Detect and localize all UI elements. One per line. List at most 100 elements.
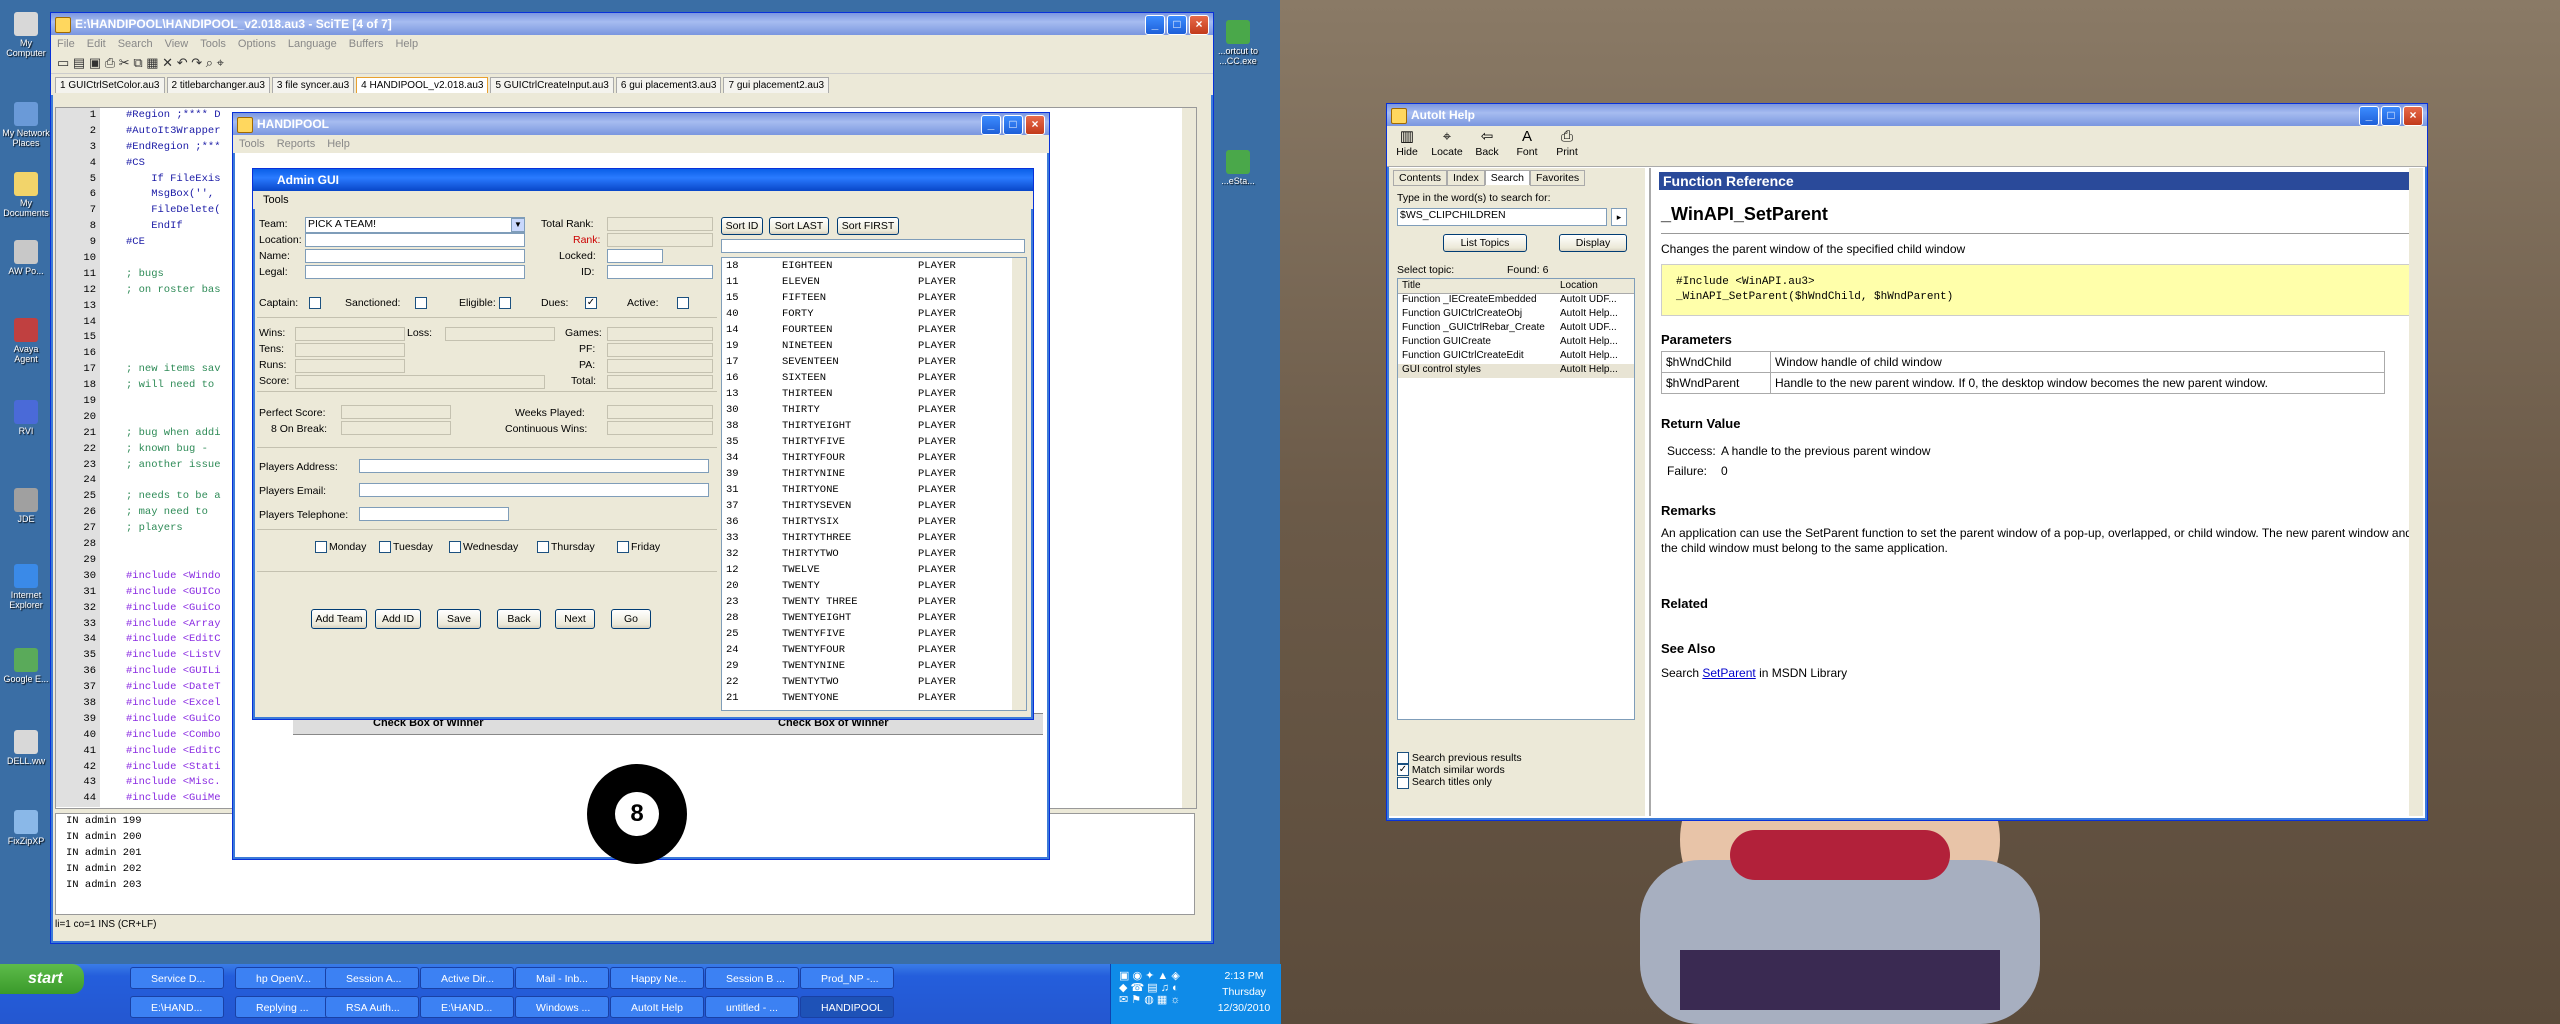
col-title-header[interactable]: Title: [1402, 280, 1421, 291]
taskbar-button[interactable]: RSA Auth...: [325, 996, 419, 1018]
list-item[interactable]: 14 FOURTEEN PLAYER: [726, 322, 956, 338]
dues-checkbox[interactable]: ✓: [585, 297, 597, 309]
minimize-button[interactable]: _: [981, 115, 1001, 135]
menu-file[interactable]: File: [51, 38, 81, 50]
menu-options[interactable]: Options: [232, 38, 282, 50]
previous-results-checkbox[interactable]: [1397, 752, 1409, 765]
list-item[interactable]: Function GUICtrlCreateObj AutoIt Help...: [1398, 308, 1634, 322]
loss-field[interactable]: [445, 327, 555, 341]
desktop-icon[interactable]: FixZipXP: [2, 810, 50, 846]
list-item[interactable]: 33 THIRTYTHREE PLAYER: [726, 530, 956, 546]
list-item[interactable]: 13 THIRTEEN PLAYER: [726, 386, 956, 402]
taskbar-button[interactable]: Replying ...: [235, 996, 329, 1018]
tab-favorites[interactable]: Favorites: [1530, 170, 1586, 186]
desktop-icon[interactable]: DELL.ww: [2, 730, 50, 766]
pf-field[interactable]: [607, 343, 713, 357]
print-button[interactable]: ⎙ Print: [1547, 128, 1587, 158]
players-telephone-field[interactable]: [359, 507, 509, 521]
maximize-button[interactable]: □: [1003, 115, 1023, 135]
list-topics-button[interactable]: List Topics: [1443, 234, 1527, 252]
list-item[interactable]: Function _IECreateEmbedded AutoIt UDF...: [1398, 294, 1634, 308]
tab-contents[interactable]: Contents: [1393, 170, 1448, 186]
clock[interactable]: 2:13 PM Thursday 12/30/2010: [1211, 968, 1277, 1016]
sanctioned-checkbox[interactable]: [415, 297, 427, 309]
back-button[interactable]: Back: [497, 609, 541, 629]
undo-icon[interactable]: ↶: [177, 55, 188, 70]
menu-tools[interactable]: Tools: [194, 38, 232, 50]
pa-field[interactable]: [607, 359, 713, 373]
list-item[interactable]: 15 FIFTEEN PLAYER: [726, 290, 956, 306]
menu-search[interactable]: Search: [112, 38, 159, 50]
new-icon[interactable]: ▭: [57, 55, 69, 70]
taskbar-button[interactable]: hp OpenV...: [235, 967, 329, 989]
score-field[interactable]: [295, 375, 545, 389]
menu-edit[interactable]: Edit: [81, 38, 112, 50]
admin-titlebar[interactable]: Admin GUI: [253, 169, 1033, 191]
setparent-msdn-link[interactable]: SetParent: [1702, 666, 1755, 680]
menu-tools[interactable]: Tools: [233, 138, 271, 150]
taskbar-button[interactable]: Session A...: [325, 967, 419, 989]
list-item[interactable]: 36 THIRTYSIX PLAYER: [726, 514, 956, 530]
list-item[interactable]: 11 ELEVEN PLAYER: [726, 274, 956, 290]
list-item[interactable]: 21 TWENTYONE PLAYER: [726, 690, 956, 706]
open-icon[interactable]: ▤: [73, 55, 85, 70]
tab-search[interactable]: Search: [1484, 170, 1530, 185]
desktop-icon[interactable]: RVI: [2, 400, 50, 436]
list-item[interactable]: Function GUICtrlCreateEdit AutoIt Help...: [1398, 350, 1634, 364]
location-field[interactable]: [305, 233, 525, 247]
scite-titlebar[interactable]: E:\HANDIPOOL\HANDIPOOL_v2.018.au3 - SciT…: [51, 13, 1213, 35]
list-item[interactable]: 35 THIRTYFIVE PLAYER: [726, 434, 956, 450]
list-item[interactable]: 39 THIRTYNINE PLAYER: [726, 466, 956, 482]
close-button[interactable]: ×: [1189, 15, 1209, 35]
desktop-icon[interactable]: Google E...: [2, 648, 50, 684]
eligible-checkbox[interactable]: [499, 297, 511, 309]
sort-id-button[interactable]: Sort ID: [721, 217, 763, 235]
scite-tab[interactable]: 4 HANDIPOOL_v2.018.au3: [356, 77, 489, 93]
print-icon[interactable]: ⎙: [105, 55, 115, 70]
wins-field[interactable]: [295, 327, 405, 341]
list-item[interactable]: 40 FORTY PLAYER: [726, 306, 956, 322]
list-item[interactable]: 17 SEVENTEEN PLAYER: [726, 354, 956, 370]
tab-index[interactable]: Index: [1447, 170, 1485, 186]
desktop-icon[interactable]: JDE: [2, 488, 50, 524]
start-button[interactable]: start: [0, 964, 84, 994]
maximize-button[interactable]: □: [1167, 15, 1187, 35]
autoit-help-window[interactable]: AutoIt Help _ □ × ▥ Hide ⌖ Locate ⇦ Back A Font…: [1386, 103, 2428, 821]
menu-buffers[interactable]: Buffers: [343, 38, 390, 50]
locked-field[interactable]: [607, 249, 663, 263]
taskbar-button[interactable]: Windows ...: [515, 996, 609, 1018]
list-item[interactable]: GUI control styles AutoIt Help...: [1398, 364, 1634, 378]
taskbar-button[interactable]: Service D...: [130, 967, 224, 989]
id-field[interactable]: [607, 265, 713, 279]
list-item[interactable]: 23 TWENTY THREE PLAYER: [726, 594, 956, 610]
menu-language[interactable]: Language: [282, 38, 343, 50]
go-button[interactable]: Go: [611, 609, 651, 629]
list-item[interactable]: Function GUICreate AutoIt Help...: [1398, 336, 1634, 350]
scite-tab[interactable]: 3 file syncer.au3: [271, 77, 355, 93]
menu-help[interactable]: Help: [321, 138, 356, 150]
help-content-scrollbar[interactable]: [2409, 168, 2423, 816]
captain-checkbox[interactable]: [309, 297, 321, 309]
minimize-button[interactable]: _: [1145, 15, 1165, 35]
taskbar-button[interactable]: Mail - Inb...: [515, 967, 609, 989]
list-item[interactable]: 30 THIRTY PLAYER: [726, 402, 956, 418]
desktop-icon[interactable]: My Computer: [2, 12, 50, 58]
cut-icon[interactable]: ✂: [119, 55, 130, 70]
roster-list[interactable]: 18 EIGHTEEN PLAYER 11 ELEVEN PLAYER 15 FIFTEEN P…: [721, 257, 1027, 711]
delete-icon[interactable]: ✕: [162, 55, 173, 70]
editor-scrollbar[interactable]: [1182, 108, 1196, 808]
runs-field[interactable]: [295, 359, 405, 373]
desktop-icon[interactable]: Internet Explorer: [2, 564, 50, 610]
eight-on-break-field[interactable]: [341, 421, 451, 435]
list-item[interactable]: 34 THIRTYFOUR PLAYER: [726, 450, 956, 466]
desktop-icon[interactable]: ...ortcut to ...CC.exe: [1214, 20, 1262, 66]
scite-tab[interactable]: 2 titlebarchanger.au3: [166, 77, 270, 93]
menu-tools[interactable]: Tools: [257, 194, 295, 206]
locate-button[interactable]: ⌖ Locate: [1427, 128, 1467, 158]
tens-field[interactable]: [295, 343, 405, 357]
font-button[interactable]: A Font: [1507, 128, 1547, 158]
chevron-down-icon[interactable]: ▼: [511, 218, 525, 232]
weeks-played-field[interactable]: [607, 405, 713, 419]
list-item[interactable]: 28 TWENTYEIGHT PLAYER: [726, 610, 956, 626]
name-field[interactable]: [305, 249, 525, 263]
